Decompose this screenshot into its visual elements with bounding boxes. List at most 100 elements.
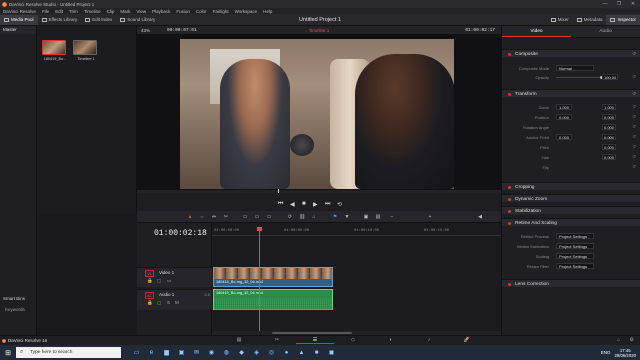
stop-icon[interactable]: ■ (302, 201, 306, 207)
opacity-value[interactable]: 100.00 (602, 73, 619, 80)
zoom-in-icon[interactable]: + (427, 214, 433, 220)
taskbar-search[interactable]: Type here to search (16, 347, 121, 358)
master-bin[interactable]: Master (0, 26, 36, 34)
timeline-thumbnail[interactable]: Timeline 1 (73, 40, 97, 61)
retime-process-select[interactable]: Project Settings (556, 232, 594, 239)
tab-video[interactable]: Video (502, 26, 571, 37)
menu-fusion[interactable]: Fusion (176, 9, 190, 14)
zoom-y-value[interactable]: 1.000 (602, 103, 617, 110)
chrome-icon[interactable]: ◉ (204, 345, 219, 360)
close-button[interactable]: ✕ (626, 1, 640, 7)
yaw-value[interactable]: 0.000 (602, 153, 617, 160)
flag-icon[interactable]: ⚑ (332, 214, 338, 220)
rotation-reset-icon[interactable]: ↺ (632, 124, 636, 130)
enable-dot-icon[interactable] (508, 197, 511, 201)
video-track-header[interactable]: V1 Video 1 🔒 ▢ ▭ (137, 267, 212, 287)
linked-selection-icon[interactable]: ⛓ (299, 214, 305, 220)
cropping-section[interactable]: Cropping (502, 182, 640, 190)
track-visibility-icon[interactable]: ▭ (167, 278, 171, 284)
zoom-reset-icon[interactable]: ↺ (632, 104, 636, 110)
color-page-icon[interactable]: ◐ (372, 337, 410, 344)
app-icon[interactable]: ◎ (264, 345, 279, 360)
reset-icon[interactable]: ↺ (632, 51, 636, 57)
timeline[interactable]: 01:00:00:00 01:00:05:00 01:00:10:00 01:0… (212, 223, 501, 335)
zoom-detail-icon[interactable]: ▤ (375, 214, 381, 220)
loop-icon[interactable]: ⟲ (337, 201, 342, 208)
pitch-value[interactable]: 0.000 (602, 143, 617, 150)
home-icon[interactable]: ⌂ (617, 337, 620, 343)
media-pool-button[interactable]: Media Pool (0, 14, 38, 25)
maximize-button[interactable]: ❐ (612, 1, 626, 7)
keywords-bin[interactable]: Keywords (5, 307, 25, 312)
menu-file[interactable]: File (42, 9, 49, 14)
menu-color[interactable]: Color (196, 9, 207, 14)
enable-dot-icon[interactable] (508, 92, 511, 96)
position-x-value[interactable]: 0.000 (556, 113, 573, 120)
play-icon[interactable]: ▶ (313, 201, 318, 208)
metadata-button[interactable]: Metadata (573, 15, 607, 25)
minimize-button[interactable]: — (598, 1, 612, 7)
anchor-reset-icon[interactable]: ↺ (632, 134, 636, 140)
lock-audio-icon[interactable]: 🔒 (147, 300, 153, 306)
explorer-icon[interactable]: ▆ (159, 345, 174, 360)
blade-tool-icon[interactable]: ✂ (223, 214, 229, 220)
enable-dot-icon[interactable] (508, 209, 511, 213)
trim-tool-icon[interactable]: ⇔ (199, 214, 205, 220)
menu-mark[interactable]: Mark (120, 9, 130, 14)
app-icon[interactable]: ◼ (324, 345, 339, 360)
retime-section[interactable]: Retime And Scaling (502, 218, 640, 226)
rotation-value[interactable]: 0.000 (602, 123, 617, 130)
reset-icon[interactable]: ↺ (632, 91, 636, 97)
opacity-reset-icon[interactable]: ↺ (632, 74, 636, 80)
flip-reset-icon[interactable]: ↺ (632, 164, 636, 170)
audio-track-header[interactable]: A1 Audio 1 2.0 🔒 ▢ S M (137, 289, 212, 310)
timeline-name[interactable]: Timeline 1 (137, 28, 501, 33)
motion-estimation-select[interactable]: Project Settings (556, 242, 594, 249)
smart-bins-header[interactable]: Smart Bins (3, 296, 25, 301)
anchor-y-value[interactable]: 0.000 (602, 133, 617, 140)
zoom-x-value[interactable]: 1.000 (556, 103, 573, 110)
audio-track-name[interactable]: Audio 1 (159, 292, 174, 297)
solo-icon[interactable]: S (167, 300, 170, 305)
viewer[interactable] (137, 34, 501, 190)
enable-dot-icon[interactable] (508, 221, 511, 225)
mail-icon[interactable]: ✉ (189, 345, 204, 360)
start-button[interactable]: ⊞ (0, 345, 16, 360)
composite-mode-select[interactable]: Normal (556, 64, 594, 71)
menu-fairlight[interactable]: Fairlight (213, 9, 229, 14)
transform-section[interactable]: Transform ↺ (502, 89, 640, 97)
app-icon[interactable]: ■ (309, 345, 324, 360)
position-reset-icon[interactable]: ↺ (632, 114, 636, 120)
position-lock-icon[interactable]: ⌂ (311, 214, 317, 220)
app-icon[interactable]: ◈ (249, 345, 264, 360)
scaling-select[interactable]: Project Settings (556, 252, 594, 259)
menu-view[interactable]: View (136, 9, 146, 14)
fusion-page-icon[interactable]: ◇ (334, 337, 372, 344)
snapping-icon[interactable]: ⟳ (287, 214, 293, 220)
resize-filter-select[interactable]: Project Settings (556, 262, 594, 269)
dynamic-zoom-section[interactable]: Dynamic Zoom (502, 194, 640, 202)
audio-volume-icon[interactable]: ◀ (477, 214, 483, 220)
settings-icon[interactable]: ⚙ (630, 337, 634, 343)
audio-clip[interactable]: 180419_Bo-mg_32_04.mp4 (213, 289, 333, 310)
menu-timeline[interactable]: Timeline (84, 9, 101, 14)
inspector-button[interactable]: Inspector (606, 14, 640, 25)
overwrite-clip-icon[interactable]: ▭ (254, 214, 260, 220)
menu-edit[interactable]: Edit (55, 9, 63, 14)
sound-library-button[interactable]: Sound Library (116, 15, 159, 25)
media-clip-thumbnail[interactable]: 180419_Bo... (42, 40, 66, 61)
mixer-button[interactable]: Mixer (547, 15, 573, 25)
lock-track-icon[interactable]: 🔒 (147, 278, 153, 284)
cut-page-icon[interactable]: ✂ (258, 337, 296, 344)
dynamic-trim-icon[interactable]: ⇹ (211, 214, 217, 220)
timeline-ruler[interactable]: 01:00:00:00 01:00:05:00 01:00:10:00 01:0… (212, 228, 501, 236)
edit-page-icon[interactable]: ☰ (296, 337, 334, 344)
position-y-value[interactable]: 0.000 (602, 113, 617, 120)
enable-dot-icon[interactable] (508, 282, 511, 286)
mute-icon[interactable]: M (175, 300, 179, 305)
input-language[interactable]: ENG (601, 350, 611, 355)
edit-index-button[interactable]: Edit Index (81, 15, 116, 25)
resolve-taskbar-icon[interactable]: ● (279, 345, 294, 360)
zoom-out-icon[interactable]: − (389, 214, 395, 220)
yaw-reset-icon[interactable]: ↺ (632, 154, 636, 160)
